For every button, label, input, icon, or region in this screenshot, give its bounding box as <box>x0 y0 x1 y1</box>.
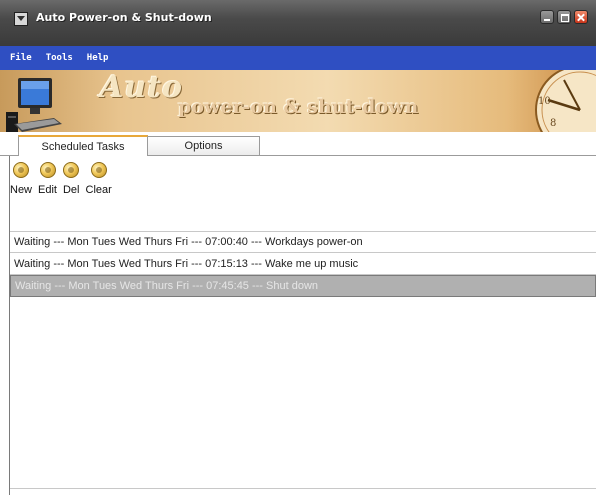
tab-options[interactable]: Options <box>148 136 260 156</box>
banner-title-subtitle: power-on & shut-down <box>178 96 419 118</box>
banner: Auto power-on & shut-down 10 8 <box>0 70 596 132</box>
content-border <box>9 156 10 495</box>
list-bottom-border <box>10 488 596 489</box>
task-row-shut-down[interactable]: Waiting --- Mon Tues Wed Thurs Fri --- 0… <box>10 275 596 297</box>
menu-tools[interactable]: Tools <box>46 53 73 63</box>
task-list[interactable]: Waiting --- Mon Tues Wed Thurs Fri --- 0… <box>10 231 596 297</box>
edit-button[interactable]: Edit <box>38 162 57 206</box>
tab-strip: Scheduled Tasks Options <box>0 132 596 156</box>
clear-label: Clear <box>85 184 112 196</box>
svg-text:10: 10 <box>538 96 551 107</box>
menu-help[interactable]: Help <box>87 53 109 63</box>
menu-file[interactable]: File <box>10 53 32 63</box>
new-label: New <box>10 184 33 196</box>
toolbar: New Edit Del Clear <box>10 162 118 206</box>
delete-button[interactable]: Del <box>63 162 80 206</box>
task-row-wake-me-up-music[interactable]: Waiting --- Mon Tues Wed Thurs Fri --- 0… <box>10 253 596 275</box>
delete-label: Del <box>62 184 80 196</box>
app-window: Auto Power-on & Shut-down File Tools Hel… <box>0 0 596 495</box>
delete-icon <box>63 162 80 178</box>
menu-bar: File Tools Help <box>0 46 596 70</box>
maximize-button[interactable] <box>557 10 571 24</box>
title-bar[interactable]: Auto Power-on & Shut-down <box>0 0 596 46</box>
minimize-button[interactable] <box>540 10 554 24</box>
clock-icon: 10 8 <box>535 70 596 132</box>
banner-title-auto: Auto <box>100 70 183 105</box>
clear-button[interactable]: Clear <box>86 162 112 206</box>
task-row-workdays-power-on[interactable]: Waiting --- Mon Tues Wed Thurs Fri --- 0… <box>10 231 596 253</box>
new-button[interactable]: New <box>10 162 32 206</box>
app-menu-icon[interactable] <box>14 12 28 26</box>
svg-text:8: 8 <box>550 118 556 129</box>
new-icon <box>13 162 29 178</box>
close-button[interactable] <box>574 10 588 24</box>
clear-icon <box>90 162 107 178</box>
computer-icon <box>6 78 62 132</box>
edit-label: Edit <box>38 184 57 196</box>
edit-icon <box>39 162 56 178</box>
tab-scheduled-tasks[interactable]: Scheduled Tasks <box>18 135 148 156</box>
window-title: Auto Power-on & Shut-down <box>36 11 212 24</box>
